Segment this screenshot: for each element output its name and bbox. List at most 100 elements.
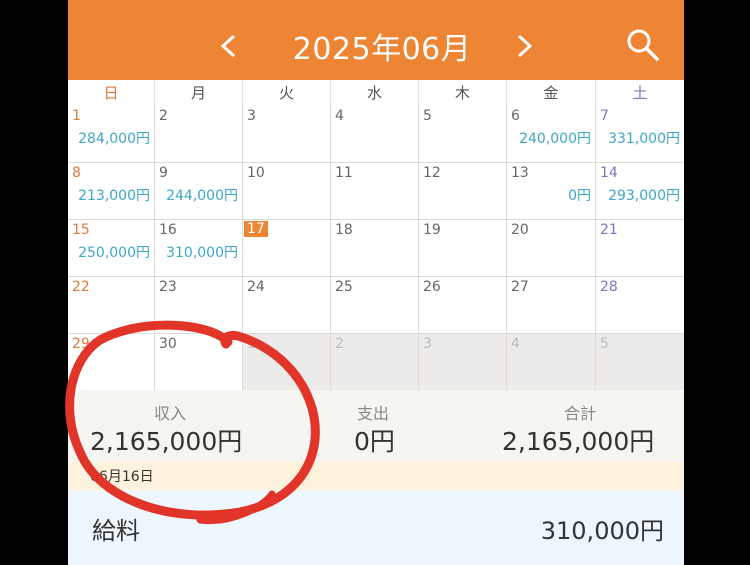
day-cell[interactable]: 20 <box>507 220 596 276</box>
entry-row[interactable]: 給料 310,000円 <box>68 491 684 565</box>
day-cell[interactable]: 5 <box>419 106 507 162</box>
day-cell[interactable]: 13 0円 <box>507 163 596 219</box>
week-row: 8 213,000円 9 244,000円 10 11 12 13 0円 14 293,000円 <box>68 163 684 220</box>
day-cell[interactable]: 30 <box>155 334 243 390</box>
day-number: 18 <box>335 222 353 238</box>
day-cell[interactable]: 4 <box>331 106 419 162</box>
day-cell[interactable]: 16 310,000円 <box>155 220 243 276</box>
day-cell[interactable]: 6 240,000円 <box>507 106 596 162</box>
weekday-label: 水 <box>331 80 419 106</box>
search-button[interactable] <box>626 28 660 62</box>
day-cell[interactable]: 2 <box>155 106 243 162</box>
day-number: 8 <box>72 165 81 181</box>
day-cell[interactable]: 17 <box>243 220 331 276</box>
day-cell[interactable]: 26 <box>419 277 507 333</box>
day-cell[interactable]: 21 <box>596 220 684 276</box>
day-cell[interactable]: 1 284,000円 <box>68 106 155 162</box>
expense-label: 支出 <box>357 404 390 423</box>
day-number: 3 <box>247 108 256 124</box>
day-cell[interactable]: 23 <box>155 277 243 333</box>
day-income-amount: 284,000円 <box>78 131 150 147</box>
entry-category: 給料 <box>92 517 140 545</box>
prev-month-button[interactable] <box>214 26 244 66</box>
day-cell[interactable]: 1 <box>243 334 331 390</box>
day-cell[interactable]: 7 331,000円 <box>596 106 684 162</box>
day-cell[interactable]: 2 <box>331 334 419 390</box>
day-number: 16 <box>159 222 177 238</box>
day-cell[interactable]: 3 <box>419 334 507 390</box>
day-cell[interactable]: 28 <box>596 277 684 333</box>
day-number: 20 <box>511 222 529 238</box>
day-number: 29 <box>72 336 90 352</box>
month-header: 2025年06月 <box>68 0 684 80</box>
day-cell[interactable]: 18 <box>331 220 419 276</box>
day-number: 17 <box>244 221 268 237</box>
month-title: 2025年06月 <box>292 32 472 67</box>
day-cell[interactable]: 19 <box>419 220 507 276</box>
day-number: 9 <box>159 165 168 181</box>
day-cell[interactable]: 8 213,000円 <box>68 163 155 219</box>
day-number: 15 <box>72 222 90 238</box>
day-cell[interactable]: 24 <box>243 277 331 333</box>
day-number: 2 <box>335 336 344 352</box>
selected-date-bar: 06月16日 <box>68 462 684 490</box>
day-cell[interactable]: 25 <box>331 277 419 333</box>
day-cell[interactable]: 27 <box>507 277 596 333</box>
day-number: 7 <box>600 108 609 124</box>
day-cell[interactable]: 12 <box>419 163 507 219</box>
weekday-label: 木 <box>419 80 507 106</box>
day-number: 13 <box>511 165 529 181</box>
day-income-amount: 310,000円 <box>166 245 238 261</box>
day-number: 1 <box>72 108 81 124</box>
day-income-amount: 244,000円 <box>166 188 238 204</box>
calendar-grid: 1 284,000円 2 3 4 5 6 240,000円 7 331,000円 8 213,000円… <box>68 106 684 391</box>
day-number: 4 <box>335 108 344 124</box>
day-number: 11 <box>335 165 353 181</box>
day-cell[interactable]: 9 244,000円 <box>155 163 243 219</box>
chevron-right-icon <box>517 34 533 58</box>
day-cell[interactable]: 5 <box>596 334 684 390</box>
day-number: 19 <box>423 222 441 238</box>
day-income-amount: 331,000円 <box>608 131 680 147</box>
entry-amount: 310,000円 <box>540 517 664 545</box>
day-cell[interactable]: 15 250,000円 <box>68 220 155 276</box>
weekday-header: 日月火水木金 土 <box>68 80 684 107</box>
day-cell[interactable]: 4 <box>507 334 596 390</box>
day-cell[interactable]: 3 <box>243 106 331 162</box>
expense-value: 0円 <box>354 427 395 456</box>
weekday-label: 月 <box>155 80 243 106</box>
income-label: 収入 <box>154 404 187 423</box>
day-number: 4 <box>511 336 520 352</box>
day-number: 10 <box>247 165 265 181</box>
day-number: 30 <box>159 336 177 352</box>
day-income-amount: 213,000円 <box>78 188 150 204</box>
day-number: 21 <box>600 222 618 238</box>
day-number: 12 <box>423 165 441 181</box>
weekday-label: 火 <box>243 80 331 106</box>
next-month-button[interactable] <box>509 26 539 66</box>
day-number: 5 <box>423 108 432 124</box>
day-cell[interactable]: 11 <box>331 163 419 219</box>
day-cell[interactable]: 22 <box>68 277 155 333</box>
day-number: 14 <box>600 165 618 181</box>
month-summary: 収入 2,165,000円 支出 0円 合計 2,165,000円 <box>68 390 684 462</box>
calendar-app: 2025年06月 日月火水木金土 1 284,000円 2 3 4 5 6 240,000円 7… <box>68 0 684 565</box>
day-cell[interactable]: 29 <box>68 334 155 390</box>
weekday-label: 金 <box>507 80 596 106</box>
day-number: 6 <box>511 108 520 124</box>
day-cell[interactable]: 10 <box>243 163 331 219</box>
selected-date: 06月16日 <box>90 469 154 485</box>
week-row: 29 30 1 2 3 4 5 <box>68 334 684 391</box>
week-row: 15 250,000円 16 310,000円 17 18 19 20 21 <box>68 220 684 277</box>
weekday-label: 土 <box>632 84 648 102</box>
day-number: 1 <box>247 336 256 352</box>
day-number: 5 <box>600 336 609 352</box>
day-cell[interactable]: 14 293,000円 <box>596 163 684 219</box>
search-icon <box>627 29 659 61</box>
income-value: 2,165,000円 <box>90 427 243 456</box>
day-number: 3 <box>423 336 432 352</box>
day-number: 25 <box>335 279 353 295</box>
day-income-amount: 0円 <box>568 188 591 204</box>
week-row: 1 284,000円 2 3 4 5 6 240,000円 7 331,000円 <box>68 106 684 163</box>
day-number: 24 <box>247 279 265 295</box>
